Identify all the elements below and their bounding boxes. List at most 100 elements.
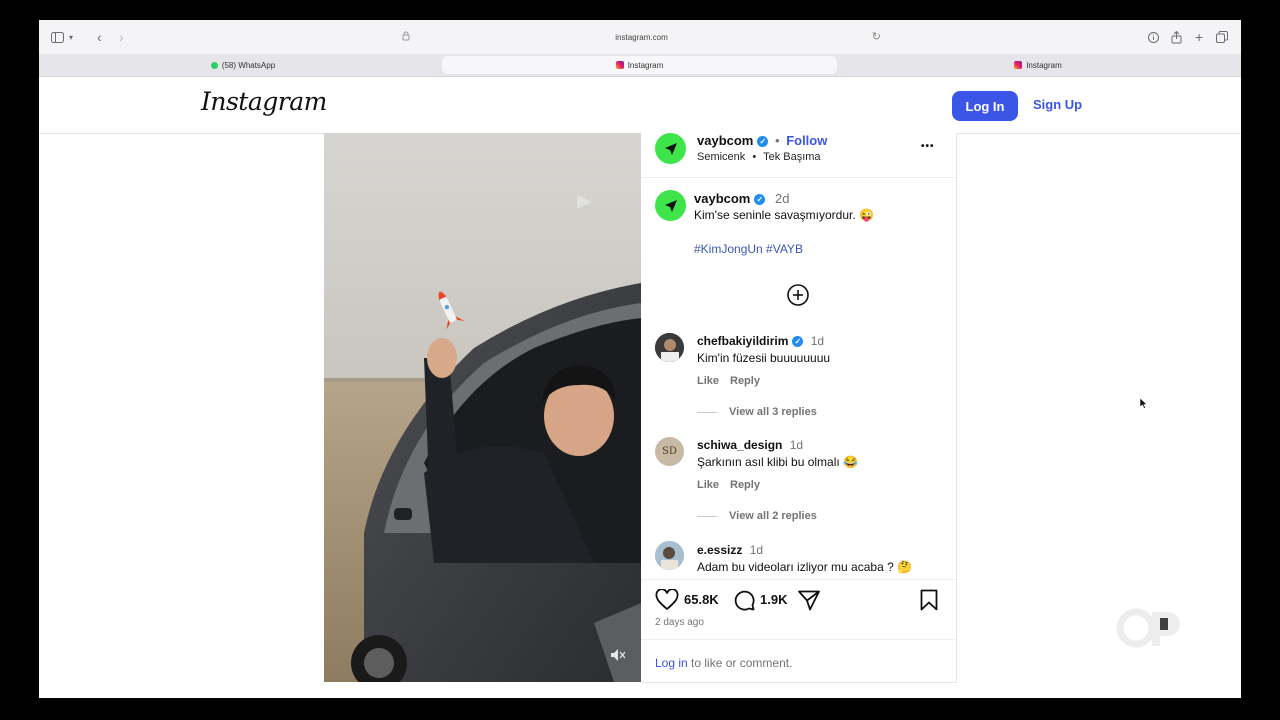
author-username[interactable]: vaybcom ✓ • Follow bbox=[697, 133, 827, 148]
mouse-cursor-icon bbox=[1140, 398, 1148, 409]
plus-icon: + bbox=[1195, 29, 1204, 45]
forward-button[interactable]: › bbox=[119, 28, 124, 46]
reply-comment-button[interactable]: Reply bbox=[730, 479, 760, 491]
back-button[interactable]: ‹ bbox=[97, 28, 102, 46]
paper-plane-icon bbox=[664, 199, 677, 212]
avatar-initials: SD bbox=[662, 446, 677, 457]
bookmark-icon bbox=[920, 589, 938, 611]
view-replies-button[interactable]: View all 3 replies bbox=[729, 406, 817, 418]
address-bar[interactable]: instagram.com ↻ bbox=[394, 26, 889, 48]
info-button[interactable] bbox=[1148, 28, 1159, 46]
tab-bar: (58) WhatsApp Instagram Instagram bbox=[39, 54, 1241, 77]
privacy-shield-icon bbox=[402, 31, 410, 41]
comment-username[interactable]: e.essizz 1d bbox=[697, 543, 763, 557]
share-button[interactable] bbox=[1171, 28, 1182, 46]
comment-button[interactable] bbox=[733, 589, 755, 616]
url-text: instagram.com bbox=[615, 32, 668, 42]
audio-artist: Semicenk bbox=[697, 151, 746, 163]
heart-icon bbox=[655, 588, 679, 611]
author-avatar[interactable] bbox=[655, 133, 686, 164]
sidebar-toggle-button[interactable]: ▾ bbox=[51, 28, 73, 46]
new-tab-button[interactable]: + bbox=[1195, 28, 1203, 46]
tab-instagram[interactable]: Instagram bbox=[839, 56, 1237, 74]
comment-icon bbox=[734, 590, 755, 611]
tv-channel-logo bbox=[1116, 608, 1180, 648]
comment-user-text: e.essizz bbox=[697, 543, 743, 557]
sidebar-icon bbox=[51, 31, 64, 43]
chevron-down-icon: ▾ bbox=[69, 32, 74, 42]
comment-time: 1d bbox=[810, 334, 825, 348]
avatar-image bbox=[655, 541, 684, 570]
share-icon bbox=[1171, 30, 1182, 43]
comment-text: Adam bu videoları izliyor mu acaba ? 🤔 bbox=[697, 560, 913, 574]
comment-avatar[interactable] bbox=[655, 541, 684, 570]
post-image bbox=[324, 133, 641, 682]
whatsapp-icon bbox=[210, 61, 218, 69]
comment-user-text: schiwa_design bbox=[697, 438, 783, 452]
instagram-header: Instagram Log In Sign Up bbox=[39, 77, 1241, 134]
follow-button[interactable]: Follow bbox=[786, 133, 827, 148]
comment-time: 1d bbox=[789, 438, 804, 452]
caption-author-text: vaybcom bbox=[694, 191, 751, 206]
likes-count[interactable]: 65.8K bbox=[684, 592, 719, 607]
comment-text: Kim'in füzesii buuuuuuuu bbox=[697, 351, 831, 365]
comment-avatar[interactable] bbox=[655, 333, 684, 362]
like-button[interactable] bbox=[655, 588, 679, 616]
comment-user-text: chefbakiyildirim bbox=[697, 334, 789, 348]
comment-time: 1d bbox=[749, 543, 764, 557]
avatar-image bbox=[655, 333, 684, 362]
paper-plane-icon bbox=[664, 142, 677, 155]
tabs-icon bbox=[1216, 31, 1228, 43]
dot-separator: • bbox=[752, 151, 757, 163]
tab-label: Instagram bbox=[627, 60, 664, 70]
caption-author[interactable]: vaybcom ✓ 2d bbox=[694, 191, 789, 206]
verified-badge-icon: ✓ bbox=[792, 336, 804, 348]
post-video[interactable] bbox=[324, 133, 641, 682]
browser-window: ▾ ‹ › instagram.com ↻ + (58) WhatsApp In… bbox=[39, 20, 1241, 698]
like-comment-button[interactable]: Like bbox=[697, 479, 719, 491]
audio-title: Tek Başıma bbox=[763, 151, 821, 163]
save-post-button[interactable] bbox=[920, 589, 938, 616]
audio-info[interactable]: Semicenk • Tek Başıma bbox=[697, 151, 821, 163]
verified-badge-icon: ✓ bbox=[757, 136, 769, 148]
divider bbox=[641, 177, 956, 178]
share-post-button[interactable] bbox=[798, 590, 820, 616]
tab-overview-button[interactable] bbox=[1216, 28, 1228, 46]
browser-toolbar: ▾ ‹ › instagram.com ↻ + bbox=[39, 20, 1241, 54]
like-comment-button[interactable]: Like bbox=[697, 375, 719, 387]
plus-circle-icon bbox=[787, 284, 809, 306]
instagram-logo[interactable]: Instagram bbox=[201, 87, 327, 116]
login-link[interactable]: Log in bbox=[655, 656, 688, 670]
comment-avatar[interactable]: SD bbox=[655, 437, 684, 466]
tab-label: Instagram bbox=[1026, 60, 1062, 70]
comment-username[interactable]: schiwa_design 1d bbox=[697, 438, 803, 452]
reply-comment-button[interactable]: Reply bbox=[730, 375, 760, 387]
login-button[interactable]: Log In bbox=[952, 91, 1018, 121]
reload-icon[interactable]: ↻ bbox=[872, 30, 881, 43]
login-prompt-text: to like or comment. bbox=[687, 656, 793, 670]
comment-username[interactable]: chefbakiyildirim ✓ 1d bbox=[697, 334, 824, 348]
signup-link[interactable]: Sign Up bbox=[1033, 97, 1082, 112]
caption-hashtags[interactable]: #KimJongUn #VAYB bbox=[694, 242, 803, 256]
view-replies-button[interactable]: View all 2 replies bbox=[729, 510, 817, 522]
tab-whatsapp[interactable]: (58) WhatsApp bbox=[43, 56, 443, 74]
load-more-comments-button[interactable] bbox=[787, 284, 809, 311]
replies-line bbox=[697, 516, 717, 517]
back-icon: ‹ bbox=[97, 29, 102, 45]
divider bbox=[641, 579, 956, 580]
forward-icon: › bbox=[119, 29, 124, 45]
comments-count[interactable]: 1.9K bbox=[760, 592, 787, 607]
comment-text: Şarkının asıl klibi bu olmalı 😂 bbox=[697, 455, 859, 469]
tab-label: (58) WhatsApp bbox=[221, 60, 276, 70]
caption-text: Kim'se seninle savaşmıyordur. 😜 bbox=[694, 208, 874, 222]
tab-instagram-active[interactable]: Instagram bbox=[442, 56, 837, 74]
dot-separator: • bbox=[775, 133, 780, 148]
verified-badge-icon: ✓ bbox=[754, 194, 766, 206]
post-details-panel: vaybcom ✓ • Follow Semicenk • Tek Başıma … bbox=[641, 133, 957, 683]
caption-author-avatar[interactable] bbox=[655, 190, 686, 221]
more-options-icon[interactable]: ••• bbox=[921, 141, 935, 152]
info-icon bbox=[1148, 31, 1159, 43]
author-name-text: vaybcom bbox=[697, 133, 754, 148]
replies-line bbox=[697, 412, 717, 413]
divider bbox=[641, 639, 956, 640]
